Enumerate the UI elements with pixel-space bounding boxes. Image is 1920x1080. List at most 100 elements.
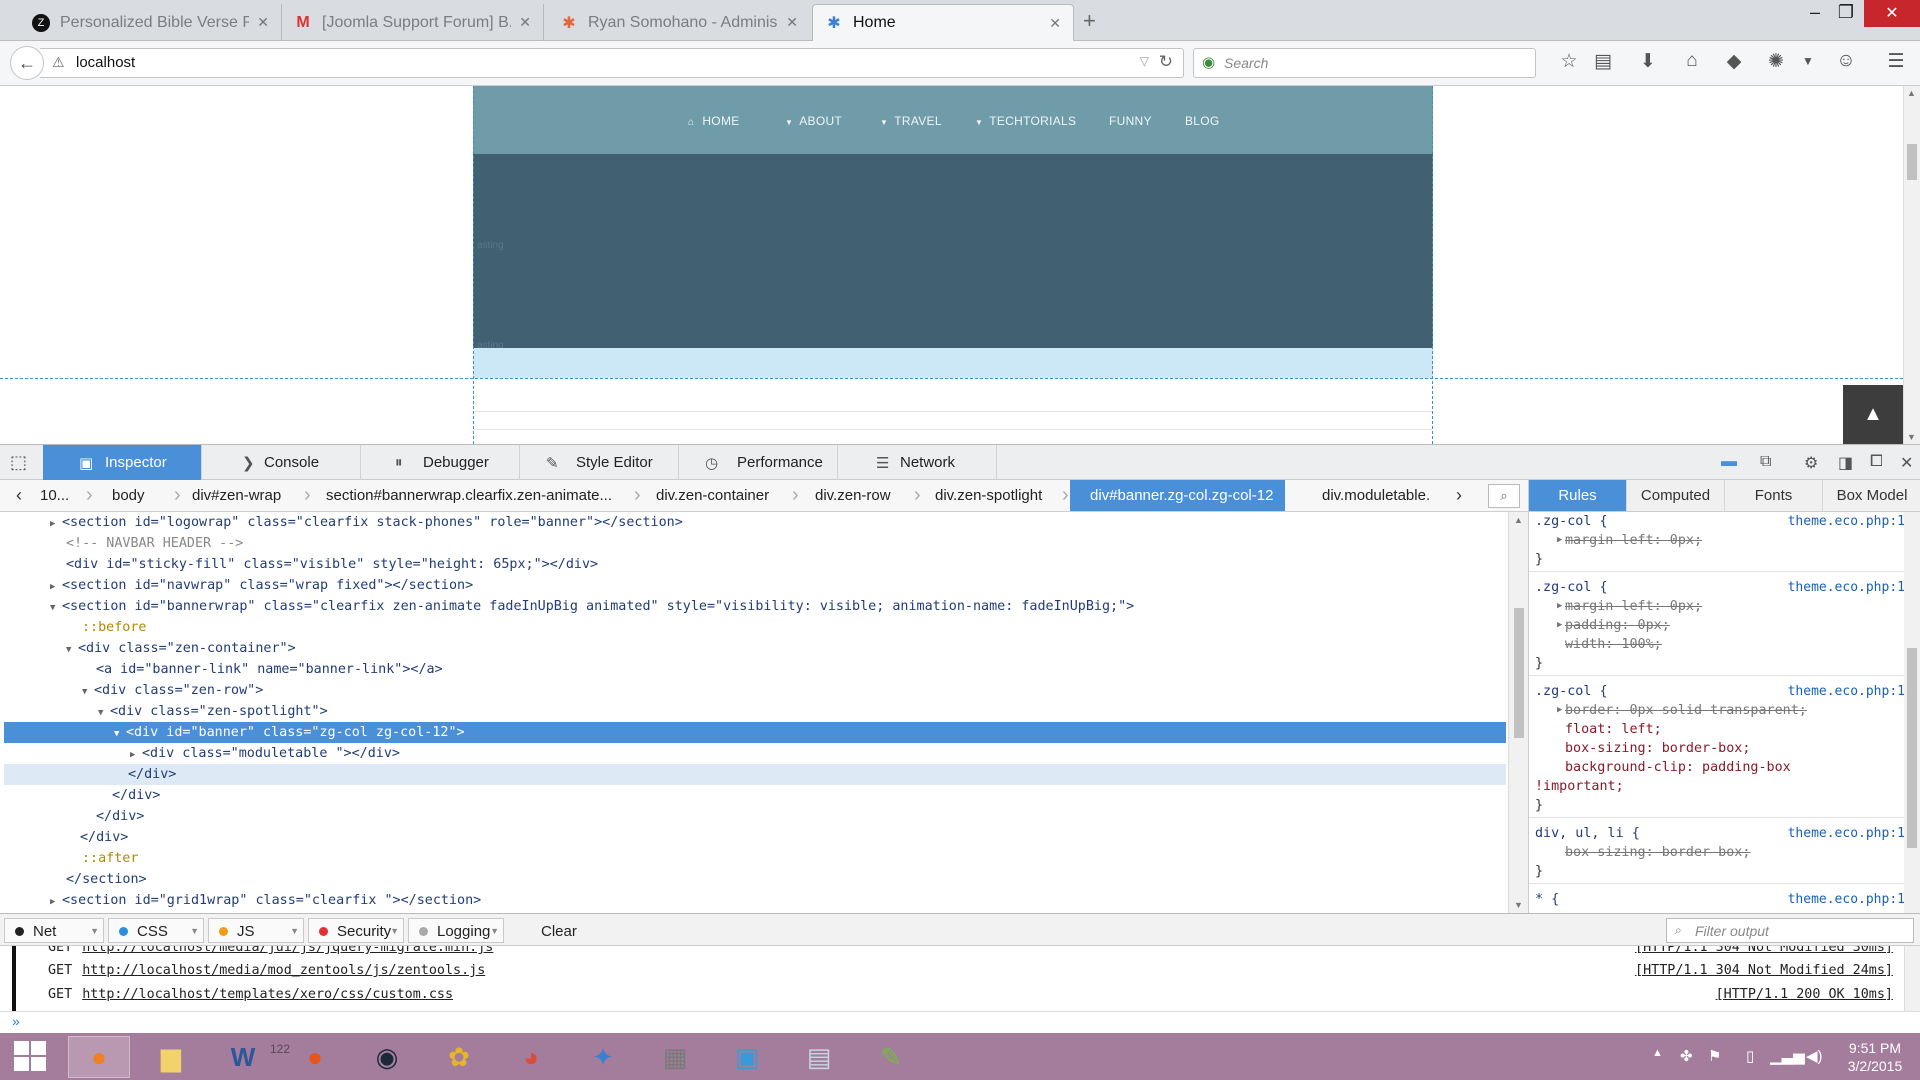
filter-net-button[interactable]: Net ▼ xyxy=(4,918,104,943)
split-console-icon[interactable]: ▬ xyxy=(1721,453,1737,471)
tray-expand-icon[interactable]: ▲ xyxy=(1652,1047,1663,1059)
markup-pseudo[interactable]: ::before xyxy=(4,617,1506,638)
scrollbar-thumb[interactable] xyxy=(1907,144,1917,180)
rule-source-link[interactable]: theme.eco.php:1 xyxy=(1788,578,1905,597)
nav-funny[interactable]: FUNNY xyxy=(1109,114,1152,128)
tab-network[interactable]: ☰ Network xyxy=(838,445,997,480)
new-tab-icon[interactable]: + xyxy=(1083,8,1096,34)
rule-property[interactable]: box-sizing: border-box; xyxy=(1535,843,1905,862)
photo-viewer-icon[interactable]: ▣ xyxy=(716,1036,778,1078)
breadcrumb-item-active[interactable]: div#banner.zg-col.zg-col-12 xyxy=(1070,480,1286,511)
bird-app-icon[interactable]: ✦ xyxy=(572,1036,634,1078)
flag-icon[interactable]: ⚑ xyxy=(1708,1047,1721,1065)
scroll-down-icon[interactable]: ▼ xyxy=(1514,900,1523,910)
scroll-up-icon[interactable]: ▲ xyxy=(1514,515,1523,525)
close-tab-icon[interactable]: ✕ xyxy=(1049,15,1061,32)
markup-node-closing[interactable]: </section> xyxy=(4,869,1506,890)
markup-node[interactable]: ▶ <section id="navwrap" class="wrap fixed… xyxy=(4,575,1506,596)
system-clock[interactable]: 9:51 PM 3/2/2015 xyxy=(1840,1039,1910,1075)
scroll-down-icon[interactable]: ▼ xyxy=(1907,432,1916,442)
rule-property[interactable]: background-clip: padding-box xyxy=(1535,758,1905,777)
tab-debugger[interactable]: ⏸ Debugger xyxy=(361,445,520,480)
chevron-left-icon[interactable]: ‹ xyxy=(16,480,22,511)
rule-source-link[interactable]: theme.eco.php:1 xyxy=(1788,682,1905,701)
request-status-link[interactable]: [HTTP/1.1 304 Not Modified 24ms] xyxy=(1635,960,1893,981)
file-explorer-icon[interactable]: ▆ xyxy=(140,1036,202,1078)
breadcrumb-item[interactable]: section#bannerwrap.clearfix.zen-animate.… xyxy=(326,480,612,511)
firefox-icon[interactable]: ● xyxy=(68,1036,130,1078)
red-app-icon[interactable]: ● xyxy=(284,1036,346,1078)
rule-source-link[interactable]: theme.eco.php:1 xyxy=(1788,512,1905,531)
search-bar[interactable]: ◉ Search xyxy=(1193,48,1536,78)
close-tab-icon[interactable]: ✕ xyxy=(519,14,531,31)
rule-source-link[interactable]: theme.eco.php:1 xyxy=(1788,824,1905,843)
collapse-arrow-icon[interactable]: ▼ xyxy=(114,724,126,745)
clear-button[interactable]: Clear xyxy=(541,923,577,940)
chrome-icon[interactable]: ◕ xyxy=(500,1036,562,1078)
markup-node[interactable]: ▶ <section id="grid1wrap" class="clearfix… xyxy=(4,890,1506,911)
tab-console[interactable]: ❯ Console xyxy=(202,445,361,480)
battery-icon[interactable]: ▯ xyxy=(1746,1047,1754,1065)
wall-app-icon[interactable]: ▦ xyxy=(644,1036,706,1078)
breadcrumb-item[interactable]: div.zen-row xyxy=(815,480,891,511)
bookmarks-list-icon[interactable]: ▤ xyxy=(1589,50,1617,73)
expand-arrow-icon[interactable]: ▶ xyxy=(1557,597,1562,616)
filter-js-button[interactable]: JS ▼ xyxy=(208,918,304,943)
markup-node[interactable]: ▶ <section id="logowrap" class="clearfix … xyxy=(4,512,1506,533)
firebug-icon[interactable]: ✺ xyxy=(1762,50,1790,73)
markup-node[interactable]: ▼ <div class="zen-container"> xyxy=(4,638,1506,659)
nav-travel[interactable]: ▼ TRAVEL xyxy=(880,114,942,128)
collapse-arrow-icon[interactable]: ▼ xyxy=(82,682,94,703)
breadcrumb-item[interactable]: div.zen-container xyxy=(656,480,769,511)
browser-tab-1[interactable]: Z Personalized Bible Verse Pi... ✕ xyxy=(20,4,282,41)
markup-node[interactable]: ▼ <div class="zen-row"> xyxy=(4,680,1506,701)
expand-arrow-icon[interactable]: ▶ xyxy=(1557,531,1562,550)
console-input[interactable]: » xyxy=(0,1011,1920,1033)
expand-arrow-icon[interactable]: ▶ xyxy=(1557,701,1562,720)
request-status-link[interactable]: [HTTP/1.1 304 Not Modified 30ms] xyxy=(1635,946,1893,958)
markup-node-closing[interactable]: </div> xyxy=(4,827,1506,848)
gear-icon[interactable]: ⚙ xyxy=(1804,453,1818,473)
editor-app-icon[interactable]: ✎ xyxy=(860,1036,922,1078)
network-signal-icon[interactable]: ▁▃▅ xyxy=(1770,1047,1805,1065)
markup-node[interactable]: <div id="sticky-fill" class="visible" st… xyxy=(4,554,1506,575)
home-icon[interactable]: ⌂ xyxy=(1678,50,1706,72)
browser-tab-3[interactable]: ✱ Ryan Somohano - Adminis... ✕ xyxy=(548,4,810,41)
tray-app-icon[interactable]: ✤ xyxy=(1680,1047,1693,1065)
rule-property[interactable]: ▶ margin-left: 0px; xyxy=(1535,531,1905,550)
search-markup-button[interactable]: ⌕ xyxy=(1488,484,1520,508)
filter-logging-button[interactable]: Logging ▼ xyxy=(408,918,504,943)
responsive-mode-icon[interactable]: ⧉ xyxy=(1760,453,1771,471)
markup-node[interactable]: ▶ <div class="moduletable "></div> xyxy=(4,743,1506,764)
collapse-arrow-icon[interactable]: ▼ xyxy=(50,598,62,619)
chat-icon[interactable]: ☺ xyxy=(1832,50,1860,72)
collapse-arrow-icon[interactable]: ▼ xyxy=(66,640,78,661)
nav-about[interactable]: ▼ ABOUT xyxy=(785,114,842,128)
back-to-top-button[interactable]: ▲ xyxy=(1843,385,1903,444)
markup-comment[interactable]: <!-- NAVBAR HEADER --> xyxy=(4,533,1506,554)
pineapple-app-icon[interactable]: ✿ xyxy=(428,1036,490,1078)
expand-arrow-icon[interactable]: ▶ xyxy=(50,892,62,913)
download-icon[interactable]: ⬇ xyxy=(1634,50,1662,73)
notepad-icon[interactable]: ▤ xyxy=(788,1036,850,1078)
markup-node[interactable]: ▼ <div class="zen-spotlight"> xyxy=(4,701,1506,722)
back-button[interactable]: ← xyxy=(10,46,44,80)
markup-node[interactable]: ▼ <section id="bannerwrap" class="clearfi… xyxy=(4,596,1506,617)
tab-inspector[interactable]: ▣ Inspector xyxy=(43,445,202,480)
tab-fonts[interactable]: Fonts xyxy=(1725,480,1823,511)
url-dropdown-icon[interactable]: ▽ xyxy=(1140,54,1149,68)
tab-rules[interactable]: Rules xyxy=(1529,480,1627,511)
rule-property[interactable]: float: left; xyxy=(1535,720,1905,739)
volume-icon[interactable]: ◀) xyxy=(1806,1047,1823,1065)
rules-scrollbar[interactable] xyxy=(1904,512,1920,913)
element-picker-icon[interactable]: ⬚ xyxy=(10,452,27,473)
tab-performance[interactable]: ◷ Performance xyxy=(679,445,838,480)
undock-icon[interactable]: ⧠ xyxy=(1870,453,1883,471)
warning-icon[interactable]: ⚠ xyxy=(52,54,65,71)
rule-property[interactable]: ▶ border: 0px solid transparent; xyxy=(1535,701,1905,720)
expand-arrow-icon[interactable]: ▶ xyxy=(130,745,142,766)
restore-icon[interactable]: ❐ xyxy=(1826,2,1866,23)
filter-security-button[interactable]: Security ▼ xyxy=(308,918,404,943)
filter-css-button[interactable]: CSS ▼ xyxy=(108,918,204,943)
windows-start-icon[interactable] xyxy=(14,1041,48,1073)
